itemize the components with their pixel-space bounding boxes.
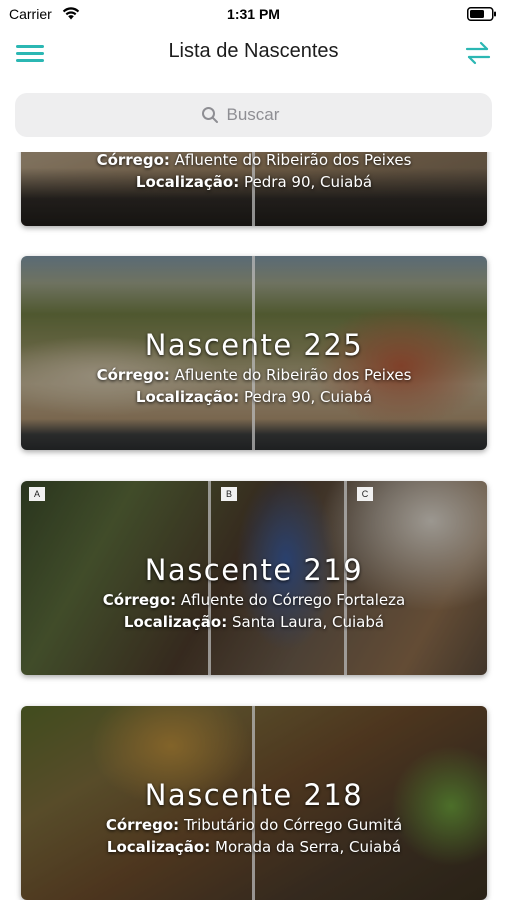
localizacao-label: Localização:	[135, 388, 240, 406]
corrego-label: Córrego:	[102, 591, 177, 609]
spring-title: Nascente 219	[144, 553, 364, 587]
page-title: Lista de Nascentes	[168, 40, 339, 62]
spring-card[interactable]: A B C Nascente 219 Córrego: Afluente do …	[21, 481, 487, 675]
corrego-label: Córrego:	[96, 366, 170, 384]
battery-icon	[467, 7, 496, 21]
status-bar: Carrier 1:31 PM	[0, 0, 507, 28]
panel-letter: B	[221, 487, 237, 501]
corrego-label: Córrego:	[105, 816, 180, 834]
springs-list: Córrego: Afluente do Ribeirão dos Peixes…	[0, 152, 507, 900]
spring-title: Nascente 225	[144, 328, 364, 362]
spring-card[interactable]: Córrego: Afluente do Ribeirão dos Peixes…	[21, 152, 487, 226]
navigation-bar: Lista de Nascentes	[0, 28, 507, 78]
localizacao-label: Localização:	[123, 613, 228, 631]
corrego-value: Afluente do Ribeirão dos Peixes	[174, 152, 412, 169]
spring-card[interactable]: Nascente 225 Córrego: Afluente do Ribeir…	[21, 256, 487, 450]
corrego-value: Tributário do Córrego Gumitá	[183, 816, 403, 834]
corrego-label: Córrego:	[96, 152, 170, 169]
search-bar	[15, 93, 492, 137]
corrego-value: Afluente do Córrego Fortaleza	[180, 591, 406, 609]
localizacao-value: Santa Laura, Cuiabá	[232, 613, 385, 631]
clock: 1:31 PM	[227, 6, 280, 22]
swap-button[interactable]	[463, 40, 493, 66]
spring-card[interactable]: Nascente 218 Córrego: Tributário do Córr…	[21, 706, 487, 900]
localizacao-label: Localização:	[106, 838, 211, 856]
panel-letter: A	[29, 487, 45, 501]
localizacao-value: Pedra 90, Cuiabá	[244, 388, 373, 406]
spring-title: Nascente 218	[144, 778, 364, 812]
localizacao-value: Morada da Serra, Cuiabá	[215, 838, 402, 856]
corrego-value: Afluente do Ribeirão dos Peixes	[174, 366, 412, 384]
localizacao-label: Localização:	[135, 173, 240, 191]
swap-arrows-icon	[465, 41, 491, 65]
search-icon	[201, 107, 218, 123]
panel-letter: C	[357, 487, 373, 501]
localizacao-value: Pedra 90, Cuiabá	[244, 173, 373, 191]
search-input[interactable]	[226, 105, 307, 125]
